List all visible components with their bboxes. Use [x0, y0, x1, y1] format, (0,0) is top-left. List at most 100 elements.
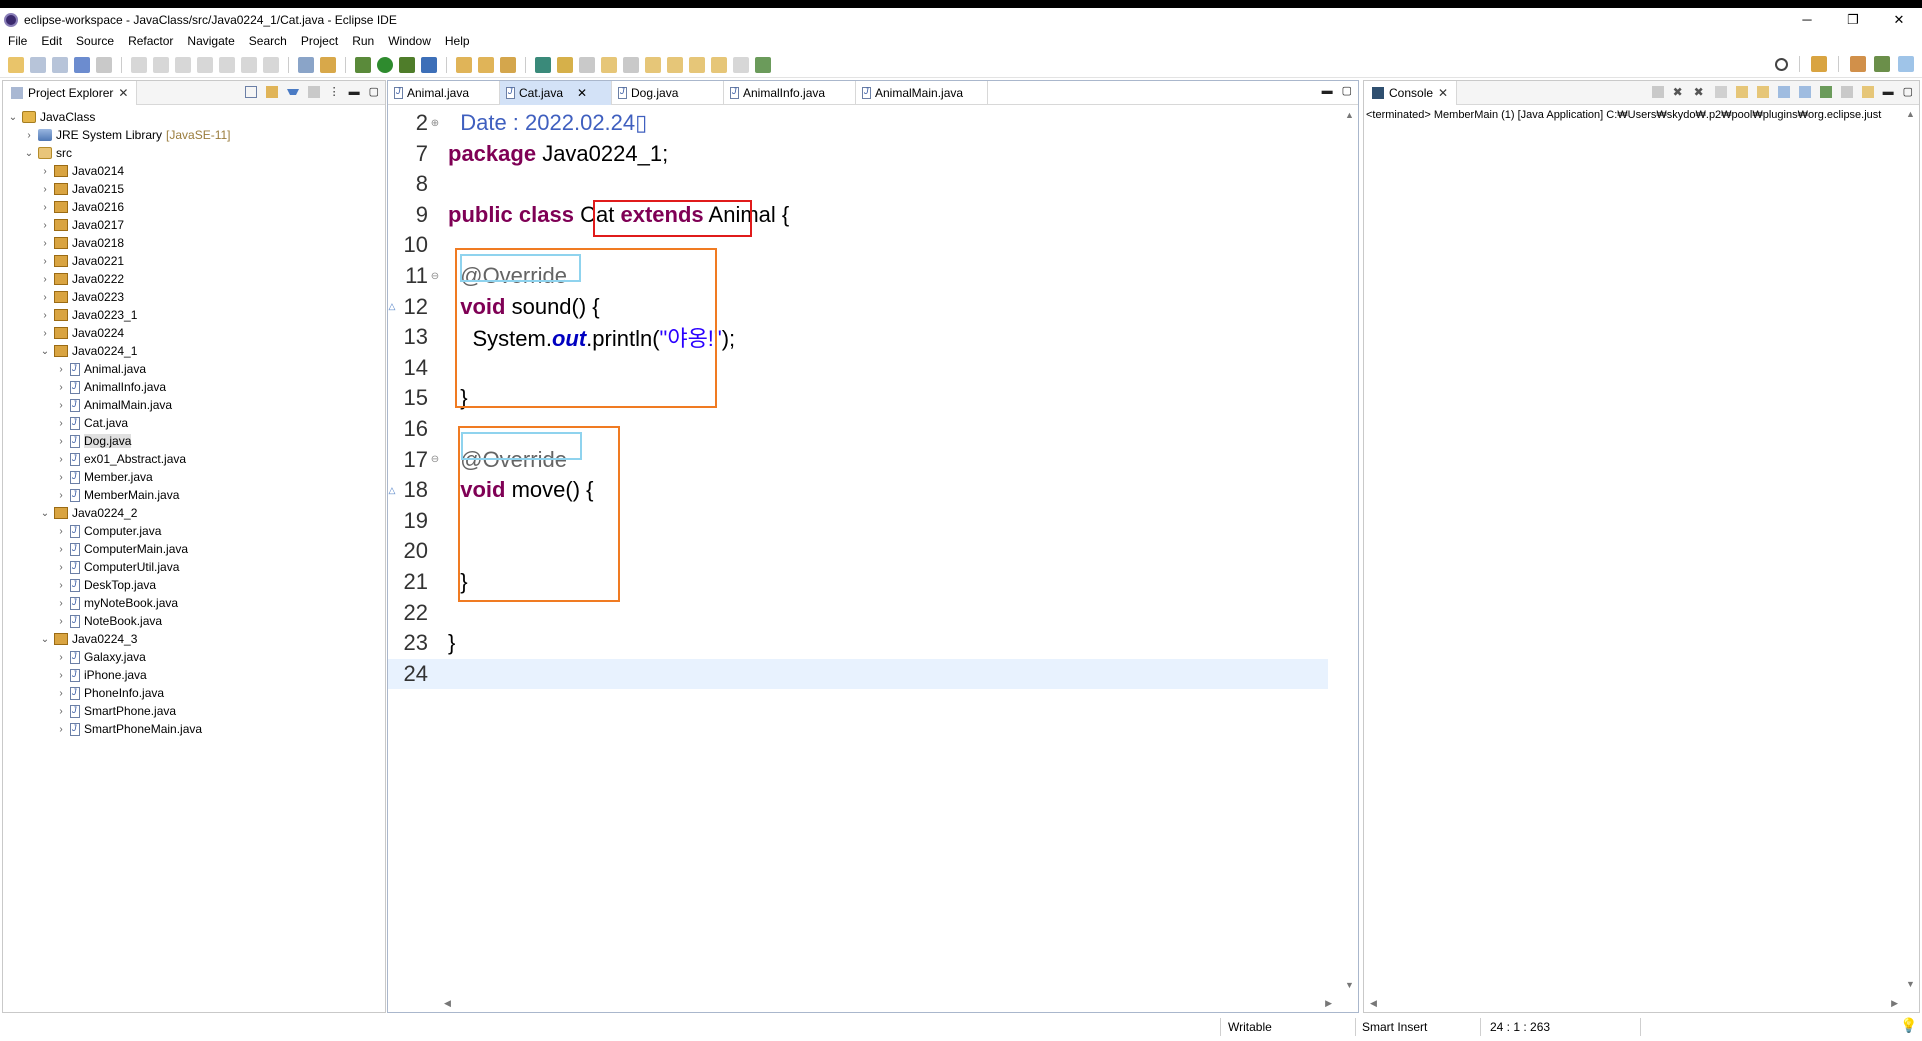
display-console-icon[interactable] — [1840, 85, 1853, 98]
chevron-right-icon[interactable]: › — [39, 274, 51, 285]
step-into-icon[interactable] — [219, 56, 235, 73]
tree-item[interactable]: › myNoteBook.java — [3, 594, 385, 612]
fold-toggle-icon[interactable]: ⊖ — [428, 271, 442, 282]
tree-item[interactable]: › Java0216 — [3, 198, 385, 216]
tree-item[interactable]: › PhoneInfo.java — [3, 684, 385, 702]
chevron-down-icon[interactable]: ⌄ — [23, 148, 35, 159]
run-icon[interactable] — [377, 56, 393, 73]
scroll-down-icon[interactable]: ▼ — [1345, 980, 1354, 990]
tree-item[interactable]: › Java0218 — [3, 234, 385, 252]
whitespace-icon[interactable] — [623, 56, 639, 73]
pin-console-icon[interactable] — [1819, 85, 1832, 98]
menu-file[interactable]: File — [8, 34, 27, 48]
chevron-right-icon[interactable]: › — [55, 400, 67, 411]
tree-item[interactable]: ⌄ JavaClass — [3, 108, 385, 126]
code-line[interactable]: 9 public class Cat extends Animal { — [388, 200, 1328, 230]
chevron-right-icon[interactable]: › — [55, 544, 67, 555]
minimize-view-icon[interactable]: ▬ — [1883, 86, 1894, 98]
chevron-right-icon[interactable]: › — [55, 616, 67, 627]
new-package-icon[interactable] — [456, 56, 472, 73]
open-console-icon[interactable] — [74, 56, 90, 73]
remove-all-icon[interactable]: ✖ — [1694, 86, 1706, 98]
chevron-right-icon[interactable]: › — [55, 652, 67, 663]
annotation-icon[interactable] — [557, 56, 573, 73]
chevron-right-icon[interactable]: › — [55, 670, 67, 681]
tree-item[interactable]: › iPhone.java — [3, 666, 385, 684]
debug-perspective-icon[interactable] — [1874, 56, 1890, 72]
chevron-right-icon[interactable]: › — [39, 166, 51, 177]
tab-cat-java[interactable]: Cat.java ✕ — [500, 80, 612, 105]
collapse-all-icon[interactable] — [244, 85, 257, 98]
tab-dog-java[interactable]: Dog.java — [612, 80, 724, 105]
tree-item[interactable]: › Java0222 — [3, 270, 385, 288]
step-return-icon[interactable] — [263, 56, 279, 73]
coverage-icon[interactable] — [320, 56, 336, 73]
menu-source[interactable]: Source — [76, 34, 114, 48]
next-annotation-icon[interactable] — [645, 56, 661, 73]
tree-item[interactable]: › ComputerMain.java — [3, 540, 385, 558]
chevron-right-icon[interactable]: › — [55, 580, 67, 591]
tree-item[interactable]: › Java0224 — [3, 324, 385, 342]
menu-search[interactable]: Search — [249, 34, 287, 48]
view-menu-icon[interactable]: ⋮ — [329, 85, 340, 98]
pin-editor-icon[interactable] — [755, 56, 771, 73]
chevron-right-icon[interactable]: › — [55, 724, 67, 735]
minimize-view-icon[interactable]: ▬ — [349, 86, 360, 98]
chevron-right-icon[interactable]: › — [55, 382, 67, 393]
save-icon[interactable] — [30, 56, 46, 73]
chevron-right-icon[interactable]: › — [55, 490, 67, 501]
horizontal-scrollbar[interactable]: ◀ ▶ — [438, 996, 1338, 1012]
open-type-icon[interactable] — [500, 56, 516, 73]
menu-window[interactable]: Window — [388, 34, 431, 48]
tab-animal-java[interactable]: Animal.java — [388, 80, 500, 105]
tree-item[interactable]: › ex01_Abstract.java — [3, 450, 385, 468]
maximize-view-icon[interactable]: ▢ — [1903, 85, 1913, 98]
chevron-right-icon[interactable]: › — [39, 328, 51, 339]
tree-item[interactable]: › Java0214 — [3, 162, 385, 180]
minimize-button[interactable]: ─ — [1784, 8, 1830, 31]
tree-item[interactable]: › Java0215 — [3, 180, 385, 198]
code-line[interactable]: 8 — [388, 169, 1328, 199]
tree-item[interactable]: › Computer.java — [3, 522, 385, 540]
last-edit-icon[interactable] — [689, 56, 705, 73]
code-line[interactable]: 7 package Java0224_1; — [388, 139, 1328, 169]
tree-item[interactable]: › AnimalInfo.java — [3, 378, 385, 396]
tree-item[interactable]: › MemberMain.java — [3, 486, 385, 504]
chevron-right-icon[interactable]: › — [55, 706, 67, 717]
chevron-right-icon[interactable]: › — [55, 364, 67, 375]
focus-icon[interactable] — [307, 85, 320, 98]
chevron-right-icon[interactable]: › — [55, 418, 67, 429]
drop-to-frame-icon[interactable] — [298, 56, 314, 73]
tip-bulb-icon[interactable]: 💡 — [1900, 1017, 1917, 1034]
tree-item[interactable]: › Member.java — [3, 468, 385, 486]
chevron-down-icon[interactable]: ⌄ — [39, 634, 51, 645]
close-button[interactable]: ✕ — [1876, 8, 1922, 31]
chevron-right-icon[interactable]: › — [55, 562, 67, 573]
chevron-right-icon[interactable]: › — [55, 454, 67, 465]
vertical-scrollbar[interactable]: ▲ ▼ — [1342, 106, 1358, 996]
tree-item[interactable]: › Galaxy.java — [3, 648, 385, 666]
tree-item[interactable]: › Java0217 — [3, 216, 385, 234]
scroll-down-icon[interactable]: ▼ — [1906, 979, 1915, 989]
toggle-mark-icon[interactable] — [579, 56, 595, 73]
show-on-error-icon[interactable] — [1798, 85, 1811, 98]
maximize-button[interactable]: ❐ — [1830, 8, 1876, 31]
link-with-editor-icon[interactable] — [265, 85, 278, 98]
chevron-right-icon[interactable]: › — [39, 292, 51, 303]
tree-item[interactable]: › Java0221 — [3, 252, 385, 270]
open-console-icon[interactable] — [1861, 85, 1874, 98]
chevron-right-icon[interactable]: › — [39, 184, 51, 195]
fold-toggle-icon[interactable]: ⊖ — [428, 454, 442, 465]
show-on-output-icon[interactable] — [1777, 85, 1790, 98]
disconnect-icon[interactable] — [197, 56, 213, 73]
terminate-icon[interactable] — [1651, 85, 1664, 98]
filter-icon[interactable] — [286, 88, 299, 95]
scroll-left-icon[interactable]: ◀ — [1370, 998, 1377, 1009]
tab-animalmain-java[interactable]: AnimalMain.java — [856, 80, 988, 105]
horizontal-scrollbar[interactable]: ◀ ▶ — [1364, 996, 1904, 1012]
save-all-icon[interactable] — [52, 56, 68, 73]
open-perspective-icon[interactable] — [1811, 56, 1827, 72]
chevron-down-icon[interactable]: ⌄ — [39, 346, 51, 357]
scroll-right-icon[interactable]: ▶ — [1325, 998, 1332, 1009]
chevron-right-icon[interactable]: › — [55, 688, 67, 699]
